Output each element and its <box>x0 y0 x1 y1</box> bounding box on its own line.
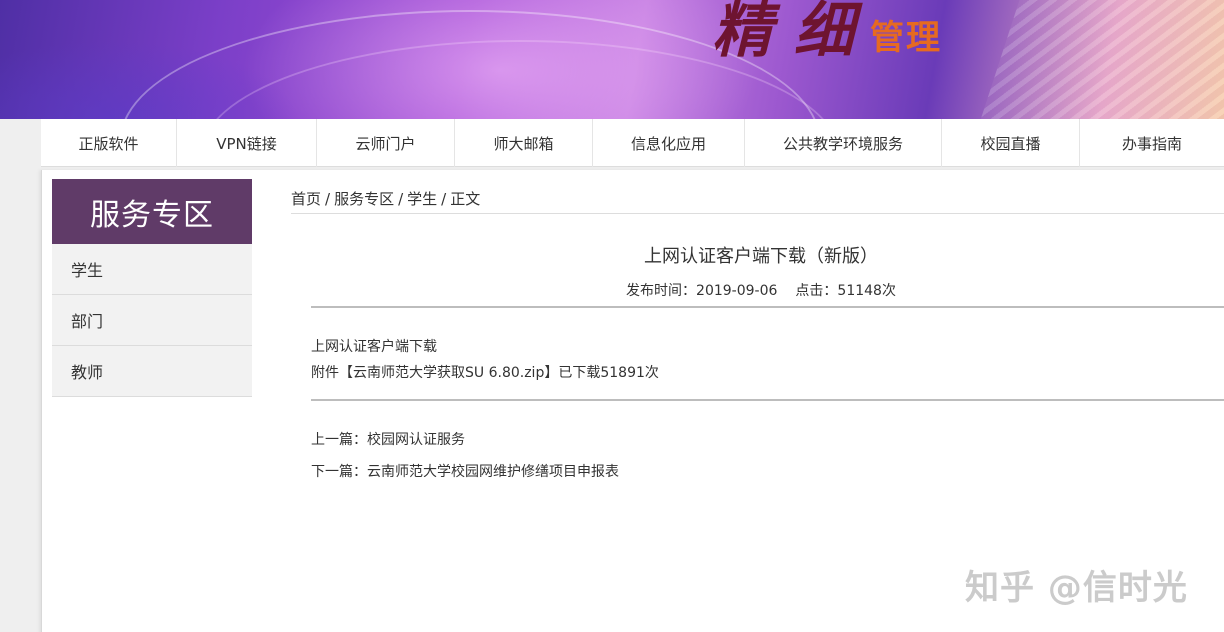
article-meta: 发布时间：2019-09-06 点击：51148次 <box>311 280 1211 300</box>
publish-label: 发布时间： <box>626 283 697 299</box>
header-banner: 精细 管理 <box>0 0 1224 119</box>
breadcrumb-separator: / <box>325 190 331 208</box>
main-nav: 正版软件 VPN链接 云师门户 师大邮箱 信息化应用 公共教学环境服务 校园直播… <box>41 119 1224 167</box>
nav-item-email[interactable]: 师大邮箱 <box>455 119 593 167</box>
breadcrumb-current: 正文 <box>450 190 481 208</box>
article-divider-top <box>311 306 1224 308</box>
clicks-count: 51148次 <box>837 283 896 299</box>
article-divider-bottom <box>311 399 1224 401</box>
next-article-link[interactable]: 云南师范大学校园网维护修缮项目申报表 <box>367 464 619 480</box>
banner-calligraphy-text: 精细 <box>712 0 876 66</box>
banner-subtitle-text: 管理 <box>870 18 942 58</box>
breadcrumb-students[interactable]: 学生 <box>407 190 437 208</box>
prev-article: 上一篇：校园网认证服务 <box>311 429 465 449</box>
attachment-download-link[interactable]: 云南师范大学获取SU 6.80.zip <box>353 365 544 381</box>
attachment-prefix: 附件【 <box>311 365 353 381</box>
prev-article-link[interactable]: 校园网认证服务 <box>367 432 465 448</box>
breadcrumb-separator: / <box>441 190 447 208</box>
sidebar: 服务专区 学生 部门 教师 <box>52 179 252 397</box>
breadcrumb-service-zone[interactable]: 服务专区 <box>334 190 394 208</box>
nav-item-it-apps[interactable]: 信息化应用 <box>593 119 745 167</box>
nav-item-licensed-software[interactable]: 正版软件 <box>41 119 177 167</box>
zhihu-watermark: 知乎 @信时光 <box>965 568 1188 608</box>
nav-item-vpn[interactable]: VPN链接 <box>177 119 317 167</box>
next-article: 下一篇：云南师范大学校园网维护修缮项目申报表 <box>311 461 619 481</box>
nav-item-guide[interactable]: 办事指南 <box>1080 119 1224 167</box>
breadcrumb-divider <box>291 213 1224 214</box>
next-label: 下一篇： <box>311 464 367 480</box>
sidebar-item-departments[interactable]: 部门 <box>52 295 252 346</box>
breadcrumb-home[interactable]: 首页 <box>291 190 321 208</box>
breadcrumb: 首页 / 服务专区 / 学生 / 正文 <box>291 188 480 209</box>
nav-item-live[interactable]: 校园直播 <box>942 119 1080 167</box>
nav-item-portal[interactable]: 云师门户 <box>317 119 455 167</box>
clicks-label: 点击： <box>795 283 838 299</box>
publish-date: 2019-09-06 <box>696 283 778 299</box>
sidebar-title: 服务专区 <box>52 179 252 244</box>
article-body-text: 上网认证客户端下载 <box>311 339 437 355</box>
nav-item-teaching-env[interactable]: 公共教学环境服务 <box>745 119 942 167</box>
banner-building-graphic <box>977 0 1224 119</box>
attachment-line: 附件【云南师范大学获取SU 6.80.zip】已下载51891次 <box>311 362 659 382</box>
attachment-download-count: 】已下载51891次 <box>544 365 659 381</box>
sidebar-item-teachers[interactable]: 教师 <box>52 346 252 397</box>
prev-label: 上一篇： <box>311 432 367 448</box>
sidebar-item-students[interactable]: 学生 <box>52 244 252 295</box>
article-title: 上网认证客户端下载（新版） <box>644 246 878 267</box>
breadcrumb-separator: / <box>398 190 404 208</box>
